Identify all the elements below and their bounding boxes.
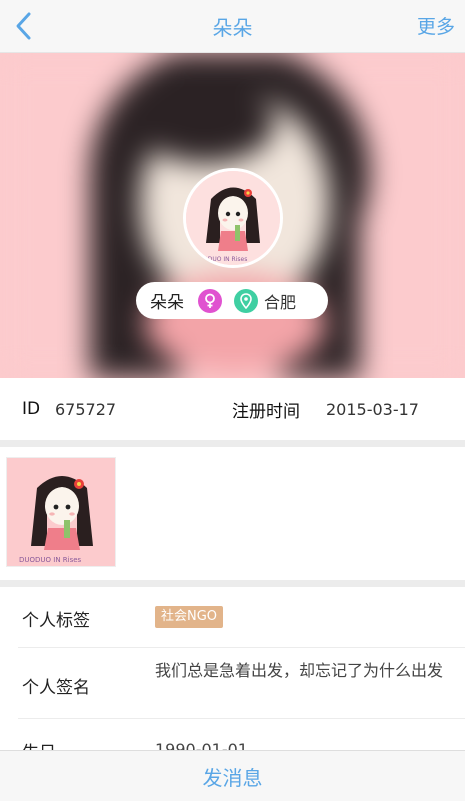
profile-hero: DUODUO IN Rises 朵朵 合肥 [0,53,465,378]
birthday-label: 生日 [22,738,56,750]
photo-thumbnail[interactable]: DUODUO IN Rises [6,457,116,567]
photo-row: DUODUO IN Rises [0,447,465,580]
bottom-bar: 发消息 [0,750,465,801]
register-time-value: 2015-03-17 [326,399,419,419]
tag-label: 个人标签 [22,611,90,631]
id-label: ID [22,399,41,419]
signature-row: 个人签名 我们总是急着出发，却忘记了为什么出发 [0,648,465,718]
photo-illustration: DUODUO IN Rises [7,458,115,566]
signature-value: 我们总是急着出发，却忘记了为什么出发 [155,661,444,680]
section-divider [0,440,465,447]
location-pin-icon [234,288,258,313]
avatar[interactable]: DUODUO IN Rises [183,168,283,268]
birthday-value: 1990-01-01 [155,740,248,750]
nav-bar: 朵朵 更多 [0,0,465,53]
profile-name: 朵朵 [150,293,184,313]
signature-label: 个人签名 [22,678,90,698]
more-button[interactable]: 更多 [417,12,455,39]
photo-caption: DUODUO IN Rises [19,556,82,564]
register-time-label: 注册时间 [232,401,300,422]
profile-name-pill: 朵朵 合肥 [136,282,328,319]
tag-badge: 社会NGO [155,606,224,628]
profile-city: 合肥 [264,292,297,312]
chevron-left-icon [16,12,31,40]
profile-details: 个人标签 社会NGO 个人签名 我们总是急着出发，却忘记了为什么出发 生日 19… [0,587,465,750]
female-icon [198,288,222,313]
birthday-row: 生日 1990-01-01 [0,719,465,750]
avatar-illustration: DUODUO IN Rises [186,171,280,265]
section-divider [0,580,465,587]
back-button[interactable] [8,10,38,42]
tag-row: 个人标签 社会NGO [0,587,465,647]
page-title: 朵朵 [212,15,253,40]
id-value: 675727 [55,399,117,419]
send-message-button[interactable]: 发消息 [203,762,263,791]
info-row: ID 675727 注册时间 2015-03-17 [0,378,465,440]
